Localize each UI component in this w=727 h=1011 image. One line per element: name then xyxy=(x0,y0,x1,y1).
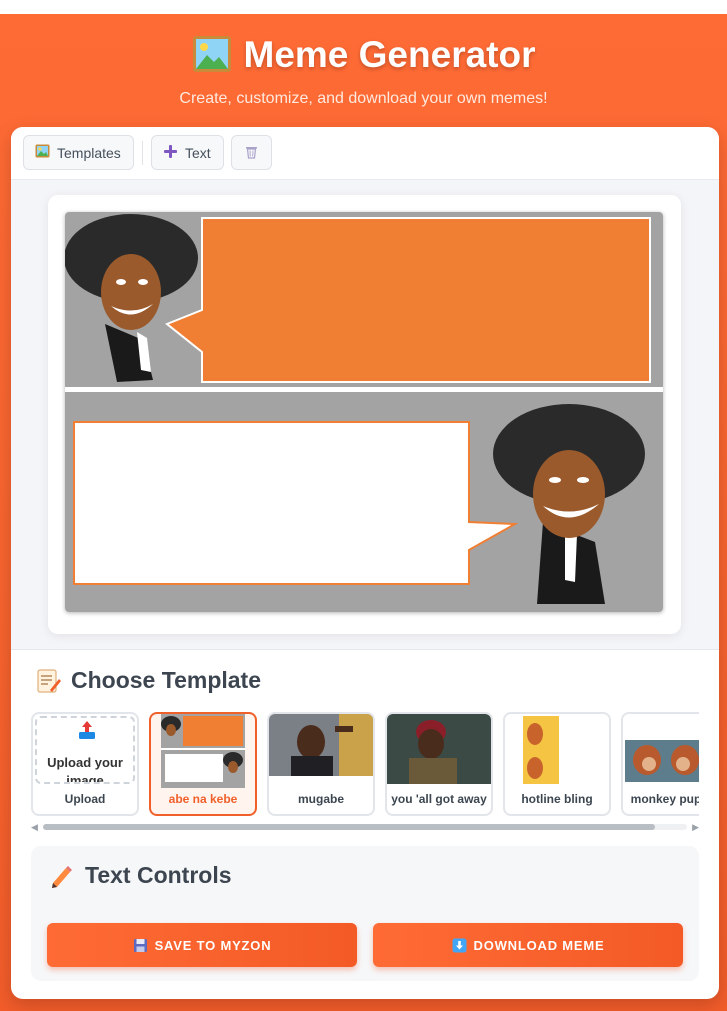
delete-button[interactable] xyxy=(231,135,272,170)
template-scrollbar[interactable]: ◀ ▶ xyxy=(31,822,699,832)
upload-tray-icon xyxy=(78,720,96,745)
template-upload[interactable]: Upload your image Upload xyxy=(31,712,139,816)
template-strip: Upload your image Upload abe na kebe mug… xyxy=(31,712,699,818)
generator-card: Templates Text Choose Template Upload yo… xyxy=(11,127,719,999)
templates-button-label: Templates xyxy=(57,144,121,161)
scroll-thumb[interactable] xyxy=(43,824,655,830)
app-title: Meme Generator xyxy=(0,34,727,76)
template-mugabe[interactable]: mugabe xyxy=(267,712,375,816)
template-thumbnail xyxy=(505,714,609,788)
template-section-title-text: Choose Template xyxy=(71,667,261,693)
canvas-area xyxy=(11,180,719,650)
templates-button[interactable]: Templates xyxy=(23,135,134,170)
template-abe-na-kebe[interactable]: abe na kebe xyxy=(149,712,257,816)
toolbar-divider xyxy=(142,141,143,165)
app-header: Meme Generator Create, customize, and do… xyxy=(0,14,727,128)
template-thumbnail xyxy=(387,714,491,788)
download-button-label: DOWNLOAD MEME xyxy=(473,937,605,953)
picture-frame-icon xyxy=(192,35,232,73)
canvas-frame xyxy=(48,195,681,634)
template-monkey-puppet[interactable]: monkey puppet xyxy=(621,712,699,816)
trash-icon xyxy=(244,144,259,162)
save-button-label: SAVE TO MYZON xyxy=(154,937,272,953)
text-controls-panel: Text Controls SAVE TO MYZON DOWNLOAD MEM… xyxy=(31,846,699,981)
template-section-title: Choose Template xyxy=(35,667,261,694)
template-you-all-got-away[interactable]: you 'all got away xyxy=(385,712,493,816)
template-hotline-bling[interactable]: hotline bling xyxy=(503,712,611,816)
template-thumbnail xyxy=(151,714,255,788)
meme-canvas[interactable] xyxy=(65,212,663,612)
template-label: mugabe xyxy=(297,792,344,806)
upload-text: Upload your image xyxy=(47,755,123,784)
scroll-right-icon[interactable]: ▶ xyxy=(692,822,699,833)
text-controls-title: Text Controls xyxy=(49,862,232,889)
template-thumbnail xyxy=(269,714,373,788)
down-arrow-icon xyxy=(452,938,467,953)
save-to-myzon-button[interactable]: SAVE TO MYZON xyxy=(47,923,357,967)
add-text-button[interactable]: Text xyxy=(151,135,224,170)
template-label: you 'all got away xyxy=(391,792,487,806)
template-thumbnail xyxy=(623,714,699,788)
app-subtitle: Create, customize, and download your own… xyxy=(179,90,548,107)
download-meme-button[interactable]: DOWNLOAD MEME xyxy=(373,923,683,967)
floppy-disk-icon xyxy=(133,938,148,953)
memo-icon xyxy=(35,668,61,694)
template-section: Choose Template Upload your image Upload xyxy=(11,650,719,840)
app-title-text: Meme Generator xyxy=(243,34,536,75)
template-label: Upload xyxy=(64,792,106,806)
pencil-icon xyxy=(49,863,75,889)
plus-icon xyxy=(163,144,178,162)
add-text-button-label: Text xyxy=(185,144,211,161)
template-label: hotline bling xyxy=(521,792,593,806)
text-controls-title-text: Text Controls xyxy=(85,862,232,888)
toolbar: Templates Text xyxy=(11,127,719,180)
template-label: abe na kebe xyxy=(168,792,238,806)
scroll-left-icon[interactable]: ◀ xyxy=(31,822,38,833)
picture-icon xyxy=(35,144,50,161)
upload-dropzone[interactable]: Upload your image xyxy=(35,716,135,784)
template-label: monkey puppet xyxy=(630,792,699,806)
